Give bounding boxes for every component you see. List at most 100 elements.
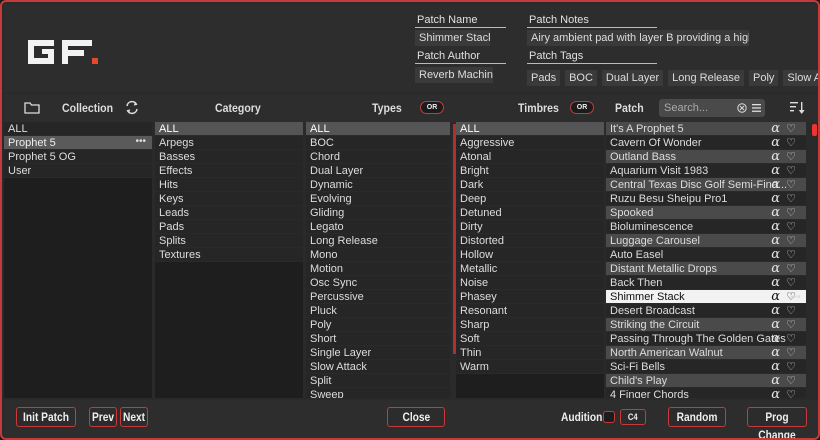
heart-icon[interactable]: ♡: [786, 206, 796, 219]
init-patch-button[interactable]: Init Patch: [16, 407, 76, 427]
heart-icon[interactable]: ♡: [786, 164, 796, 177]
category-item[interactable]: Pads: [155, 220, 303, 234]
patch-row[interactable]: 4 Finger Chords α ♡: [606, 388, 806, 398]
patch-row[interactable]: Outland Bass α ♡: [606, 150, 806, 164]
patch-row[interactable]: It's A Prophet 5 α ♡: [606, 122, 806, 136]
type-item[interactable]: Mono: [306, 248, 450, 262]
type-item[interactable]: Legato: [306, 220, 450, 234]
timbre-item[interactable]: Detuned: [456, 206, 604, 220]
heart-icon[interactable]: ♡: [786, 304, 796, 317]
search-input[interactable]: [664, 101, 736, 115]
tag-chip[interactable]: Pads: [527, 70, 561, 86]
heart-icon[interactable]: ♡: [786, 234, 796, 247]
patch-row[interactable]: Luggage Carousel α ♡: [606, 234, 806, 248]
collection-item[interactable]: Prophet 5 •••: [4, 136, 152, 150]
patch-list-scrollbar[interactable]: [812, 124, 817, 136]
patch-row[interactable]: Sci-Fi Bells α ♡: [606, 360, 806, 374]
timbre-item[interactable]: Deep: [456, 192, 604, 206]
category-item[interactable]: Arpegs: [155, 136, 303, 150]
type-item[interactable]: Evolving: [306, 192, 450, 206]
heart-icon[interactable]: ♡: [786, 346, 796, 359]
search-box[interactable]: [659, 99, 765, 117]
heart-icon[interactable]: ♡: [786, 122, 796, 135]
category-item[interactable]: Effects: [155, 164, 303, 178]
collection-item[interactable]: ALL: [4, 122, 152, 136]
next-button[interactable]: Next: [120, 407, 148, 427]
patch-row[interactable]: Passing Through The Golden Gates α ♡: [606, 332, 806, 346]
alpha-icon[interactable]: α: [771, 388, 780, 398]
timbre-item[interactable]: Sharp: [456, 318, 604, 332]
type-item[interactable]: Short: [306, 332, 450, 346]
type-item[interactable]: BOC: [306, 136, 450, 150]
patch-row[interactable]: Aquarium Visit 1983 α ♡: [606, 164, 806, 178]
alpha-icon[interactable]: α: [771, 178, 780, 191]
heart-icon[interactable]: ♡: [786, 360, 796, 373]
timbre-item[interactable]: Thin: [456, 346, 604, 360]
timbre-item[interactable]: Dark: [456, 178, 604, 192]
heart-icon[interactable]: ♡: [786, 178, 796, 191]
patch-name-field[interactable]: Shimmer Stack: [415, 30, 490, 46]
heart-icon[interactable]: ♡: [786, 374, 796, 387]
alpha-icon[interactable]: α: [771, 192, 780, 205]
type-item[interactable]: ALL: [306, 122, 450, 136]
alpha-icon[interactable]: α: [771, 122, 780, 135]
type-item[interactable]: Sweep: [306, 388, 450, 398]
patch-row[interactable]: Cavern Of Wonder α ♡: [606, 136, 806, 150]
patch-row[interactable]: Desert Broadcast α ♡: [606, 304, 806, 318]
alpha-icon[interactable]: α: [771, 374, 780, 387]
type-item[interactable]: Gliding: [306, 206, 450, 220]
heart-icon[interactable]: ♡: [786, 276, 796, 289]
patch-row[interactable]: Ruzu Besu Sheipu Pro1 α ♡: [606, 192, 806, 206]
tag-chip[interactable]: Dual Layer: [601, 70, 664, 86]
type-item[interactable]: Long Release: [306, 234, 450, 248]
heart-icon[interactable]: ♡: [786, 248, 796, 261]
type-item[interactable]: Pluck: [306, 304, 450, 318]
tag-chip[interactable]: Long Release: [668, 70, 745, 86]
type-item[interactable]: Single Layer: [306, 346, 450, 360]
alpha-icon[interactable]: α: [771, 136, 780, 149]
patch-row[interactable]: Spooked α ♡: [606, 206, 806, 220]
patch-row-selected[interactable]: Shimmer Stack α ♡: [606, 290, 806, 304]
alpha-icon[interactable]: α: [771, 220, 780, 233]
patch-row[interactable]: Distant Metallic Drops α ♡: [606, 262, 806, 276]
timbre-item[interactable]: Noise: [456, 276, 604, 290]
heart-icon[interactable]: ♡: [786, 136, 796, 149]
more-options-icon[interactable]: •••: [790, 292, 801, 303]
alpha-icon[interactable]: α: [771, 332, 780, 345]
category-item[interactable]: Basses: [155, 150, 303, 164]
category-item[interactable]: Hits: [155, 178, 303, 192]
patch-row[interactable]: Central Texas Disc Golf Semi-Fina... α ♡: [606, 178, 806, 192]
patch-notes-field[interactable]: Airy ambient pad with layer B providing …: [527, 30, 749, 46]
type-item[interactable]: Dynamic: [306, 178, 450, 192]
category-item[interactable]: Leads: [155, 206, 303, 220]
alpha-icon[interactable]: α: [771, 346, 780, 359]
alpha-icon[interactable]: α: [771, 262, 780, 275]
close-button[interactable]: Close: [387, 407, 445, 427]
alpha-icon[interactable]: α: [771, 150, 780, 163]
sort-icon[interactable]: [789, 100, 805, 116]
patch-row[interactable]: Child's Play α ♡: [606, 374, 806, 388]
alpha-icon[interactable]: α: [771, 276, 780, 289]
category-item[interactable]: Textures: [155, 248, 303, 262]
tag-chip[interactable]: Poly: [749, 70, 779, 86]
patch-author-field[interactable]: Reverb Machine: [415, 67, 493, 83]
patch-row[interactable]: Bioluminescence α ♡: [606, 220, 806, 234]
type-item[interactable]: Poly: [306, 318, 450, 332]
type-item[interactable]: Dual Layer: [306, 164, 450, 178]
type-item[interactable]: Motion: [306, 262, 450, 276]
heart-icon[interactable]: ♡: [786, 388, 796, 398]
timbre-item[interactable]: Metallic: [456, 262, 604, 276]
alpha-icon[interactable]: α: [771, 164, 780, 177]
random-button[interactable]: Random: [668, 407, 726, 427]
prev-button[interactable]: Prev: [89, 407, 117, 427]
alpha-icon[interactable]: α: [771, 304, 780, 317]
timbre-item[interactable]: Warm: [456, 360, 604, 374]
collection-item[interactable]: User: [4, 164, 152, 178]
timbre-item[interactable]: Resonant: [456, 304, 604, 318]
alpha-icon[interactable]: α: [771, 290, 780, 303]
heart-icon[interactable]: ♡: [786, 332, 796, 345]
refresh-icon[interactable]: [124, 100, 140, 115]
patch-row[interactable]: Back Then α ♡: [606, 276, 806, 290]
timbre-item[interactable]: Hollow: [456, 248, 604, 262]
alpha-icon[interactable]: α: [771, 318, 780, 331]
